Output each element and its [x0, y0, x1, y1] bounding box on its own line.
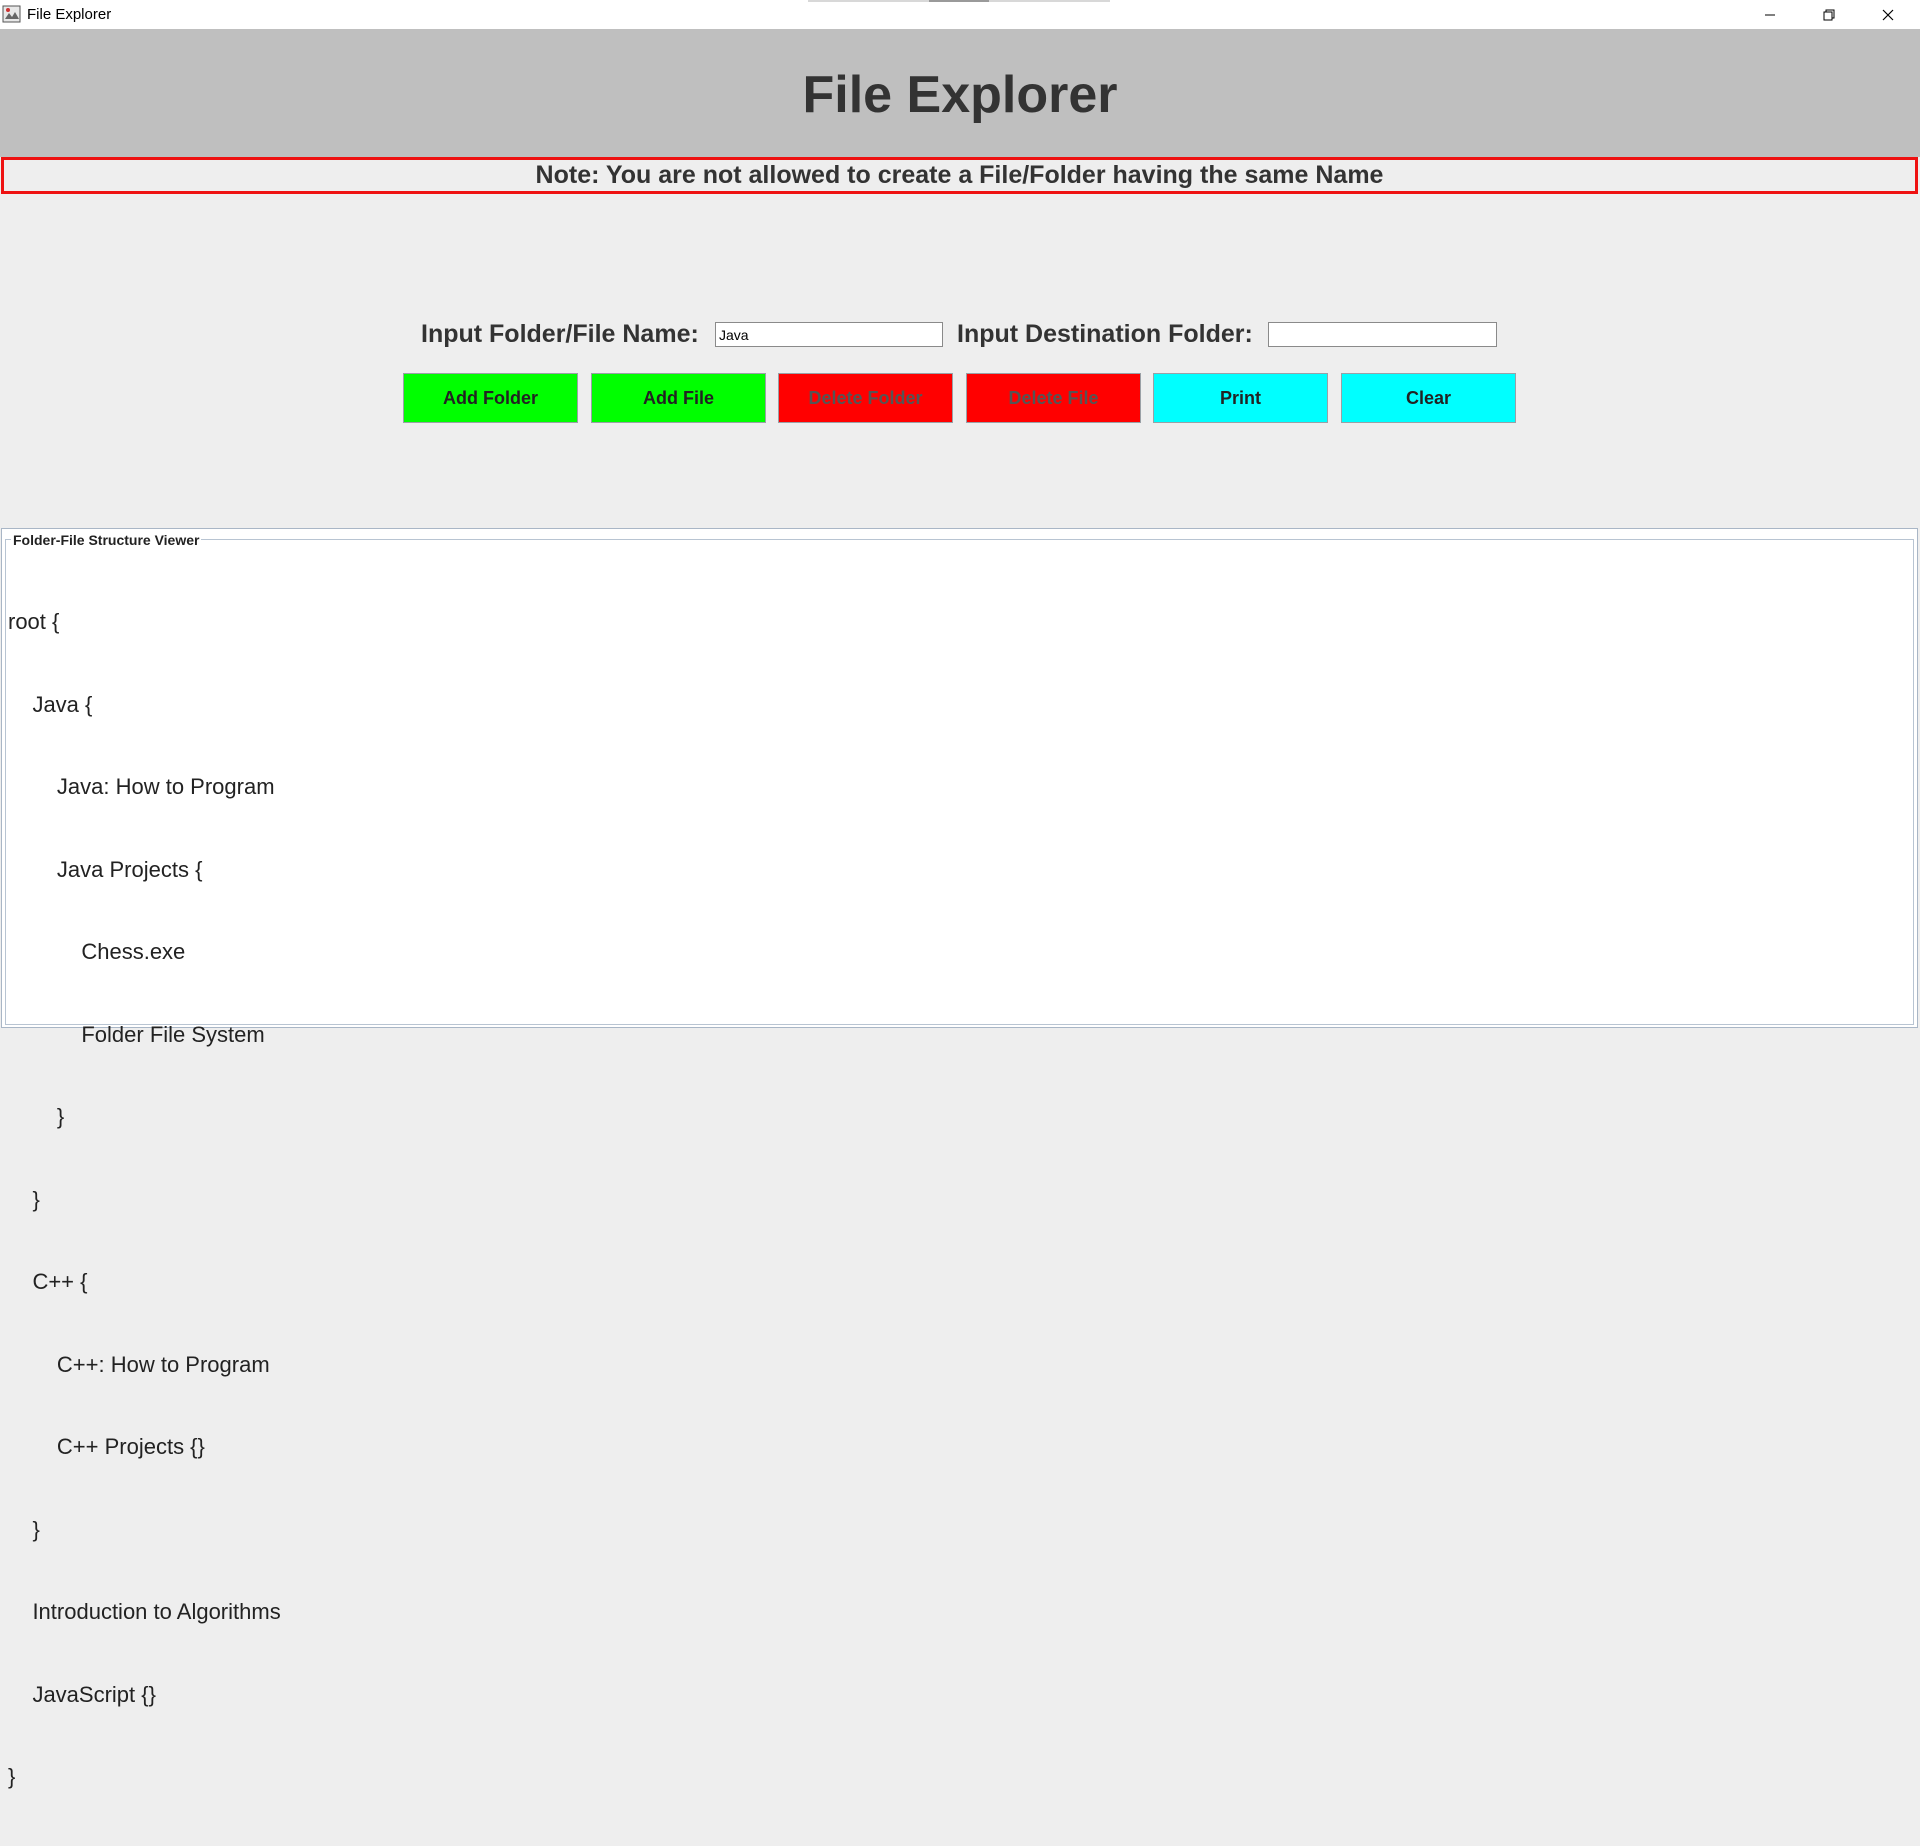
page-title: File Explorer: [802, 66, 1118, 124]
window-title: File Explorer: [27, 6, 112, 23]
tree-line: Introduction to Algorithms: [8, 1599, 281, 1624]
app-icon: [2, 4, 22, 24]
destination-label: Input Destination Folder:: [957, 320, 1253, 348]
drag-strip-highlight: [929, 0, 989, 2]
tree-line: Java: How to Program: [8, 774, 275, 799]
tree-line: }: [8, 1186, 40, 1212]
viewer-frame: [5, 539, 1914, 1025]
add-file-button[interactable]: Add File: [591, 373, 766, 423]
window-titlebar: File Explorer: [0, 0, 1920, 29]
structure-tree: root { Java { Java: How to Program Java …: [8, 553, 281, 1846]
tree-line: Java Projects {: [8, 856, 203, 882]
tree-line: JavaScript {}: [8, 1681, 156, 1707]
viewer-title: Folder-File Structure Viewer: [11, 532, 202, 548]
delete-file-button[interactable]: Delete File: [966, 373, 1141, 423]
close-button[interactable]: [1859, 0, 1917, 29]
destination-input[interactable]: [1268, 322, 1497, 347]
add-folder-button[interactable]: Add Folder: [403, 373, 578, 423]
tree-line: C++ {: [8, 1269, 88, 1294]
tree-line: C++ Projects {}: [8, 1434, 205, 1459]
tree-line: C++: How to Program: [8, 1351, 270, 1377]
print-button[interactable]: Print: [1153, 373, 1328, 423]
tree-line: Chess.exe: [8, 939, 186, 964]
close-icon: [1882, 9, 1894, 20]
tree-line: }: [8, 1516, 40, 1542]
note-banner: Note: You are not allowed to create a Fi…: [1, 157, 1918, 194]
minimize-button[interactable]: [1741, 0, 1799, 29]
maximize-button[interactable]: [1800, 0, 1858, 29]
tree-line: root {: [8, 609, 60, 634]
tree-line: Folder File System: [8, 1021, 265, 1047]
name-input[interactable]: [715, 322, 943, 347]
tree-line: Java {: [8, 691, 93, 717]
tree-line: }: [8, 1104, 65, 1129]
maximize-icon: [1823, 9, 1835, 20]
tree-line: }: [8, 1764, 16, 1789]
clear-button[interactable]: Clear: [1341, 373, 1516, 423]
delete-folder-button[interactable]: Delete Folder: [778, 373, 953, 423]
header-banner: File Explorer: [0, 29, 1920, 157]
name-label: Input Folder/File Name:: [421, 320, 699, 348]
structure-viewer[interactable]: Folder-File Structure Viewer root { Java…: [1, 528, 1918, 1789]
minimize-icon: [1765, 14, 1775, 15]
